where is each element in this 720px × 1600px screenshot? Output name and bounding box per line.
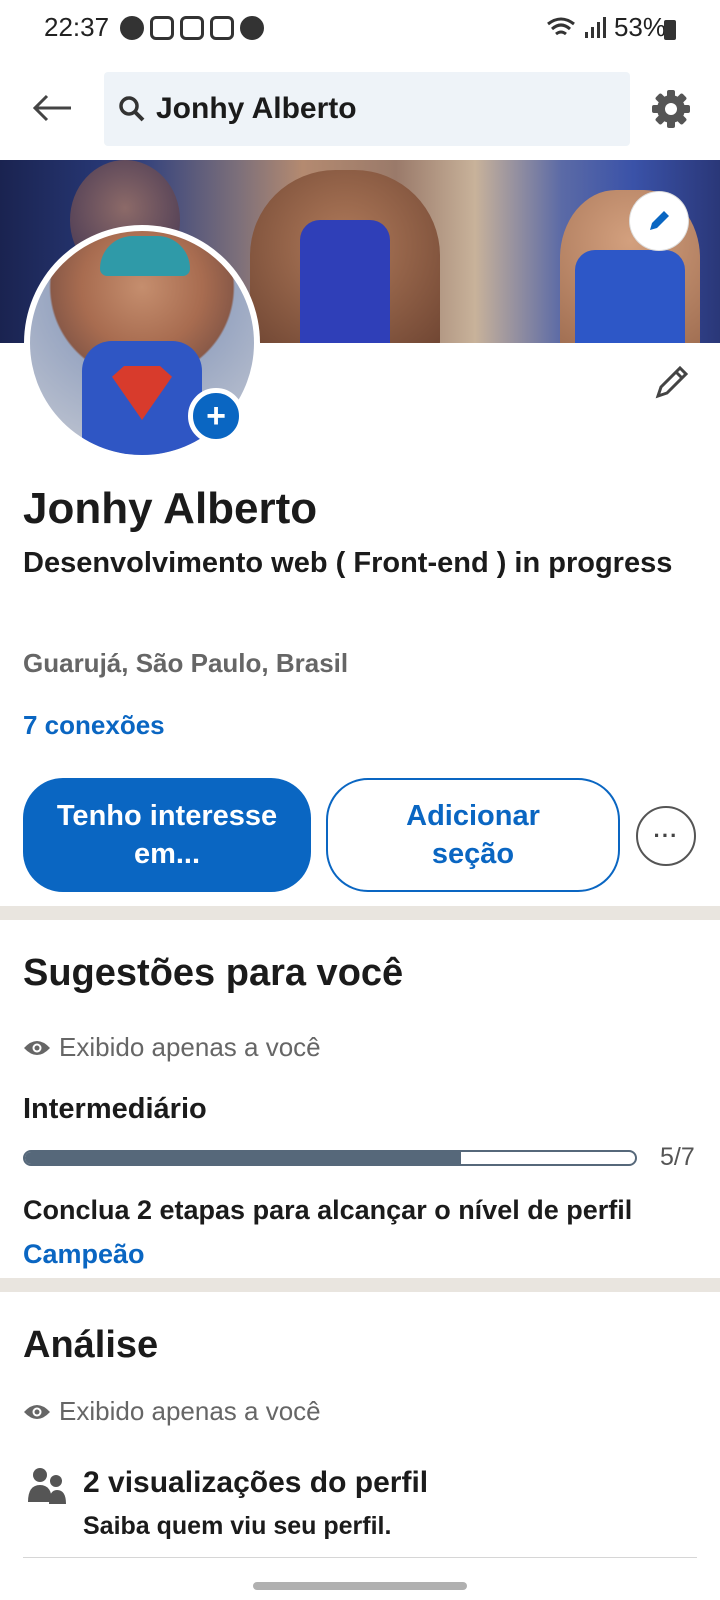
arrow-left-icon xyxy=(32,94,71,122)
progress-fill xyxy=(25,1152,461,1164)
instagram-icon xyxy=(180,16,204,40)
suggestions-title: Sugestões para você xyxy=(23,952,404,994)
search-query: Jonhy Alberto xyxy=(156,92,357,125)
status-time: 22:37 xyxy=(44,12,110,42)
profile-location: Guarujá, São Paulo, Brasil xyxy=(23,648,349,678)
more-icon: ··· xyxy=(653,823,679,848)
add-section-label: Adicionar seção xyxy=(406,800,540,870)
pencil-icon xyxy=(650,211,669,230)
gear-icon xyxy=(652,90,690,128)
signal-icon xyxy=(584,16,606,38)
more-button[interactable]: ··· xyxy=(636,806,696,866)
instagram-icon xyxy=(150,16,174,40)
search-header: Jonhy Alberto xyxy=(0,60,720,160)
section-divider xyxy=(0,906,720,920)
profile-name: Jonhy Alberto xyxy=(23,484,318,533)
profile-views-subtitle: Saiba quem viu seu perfil. xyxy=(83,1512,392,1540)
level-link[interactable]: Campeão xyxy=(23,1239,145,1270)
people-icon xyxy=(28,1468,66,1504)
private-note-text: Exibido apenas a você xyxy=(59,1032,321,1062)
profile-headline: Desenvolvimento web ( Front-end ) in pro… xyxy=(23,547,673,579)
app-365-icon xyxy=(120,16,144,40)
progress-count: 5/7 xyxy=(660,1143,695,1171)
home-indicator[interactable] xyxy=(253,1582,467,1590)
status-bar: 22:37 53% xyxy=(0,0,720,60)
battery-percent: 53% xyxy=(613,12,666,42)
notification-icons xyxy=(120,16,264,40)
plus-icon: + xyxy=(206,397,226,435)
search-input[interactable]: Jonhy Alberto xyxy=(104,72,630,146)
back-button[interactable] xyxy=(28,84,76,132)
open-to-label: Tenho interesse em... xyxy=(56,800,278,870)
profile-views-item[interactable]: 2 visualizações do perfil Saiba quem viu… xyxy=(23,1460,697,1558)
analytics-title: Análise xyxy=(23,1324,159,1366)
pencil-icon xyxy=(655,365,689,399)
add-section-button[interactable]: Adicionar seção xyxy=(326,778,620,892)
search-icon xyxy=(119,96,145,122)
profile-progress-bar xyxy=(23,1150,637,1166)
edit-cover-button[interactable] xyxy=(630,192,688,250)
add-photo-button[interactable]: + xyxy=(188,388,244,444)
status-right: 53% xyxy=(546,12,666,43)
profile-level: Intermediário xyxy=(23,1093,207,1125)
edit-intro-button[interactable] xyxy=(650,360,694,404)
wifi-icon xyxy=(547,17,575,35)
analytics-private-note: Exibido apenas a você xyxy=(23,1396,321,1427)
gallery-icon xyxy=(210,16,234,40)
battery-icon xyxy=(664,20,676,40)
section-divider xyxy=(0,1278,720,1292)
suggestions-private-note: Exibido apenas a você xyxy=(23,1032,321,1063)
private-note-text: Exibido apenas a você xyxy=(59,1396,321,1426)
eye-icon xyxy=(24,1404,50,1419)
open-to-button[interactable]: Tenho interesse em... xyxy=(23,778,311,892)
connections-link[interactable]: 7 conexões xyxy=(23,710,165,741)
eye-icon xyxy=(24,1040,50,1055)
steps-text: Conclua 2 etapas para alcançar o nível d… xyxy=(23,1195,633,1225)
settings-button[interactable] xyxy=(646,84,696,134)
profile-views-title: 2 visualizações do perfil xyxy=(83,1466,429,1499)
soccer-ball-icon xyxy=(240,16,264,40)
